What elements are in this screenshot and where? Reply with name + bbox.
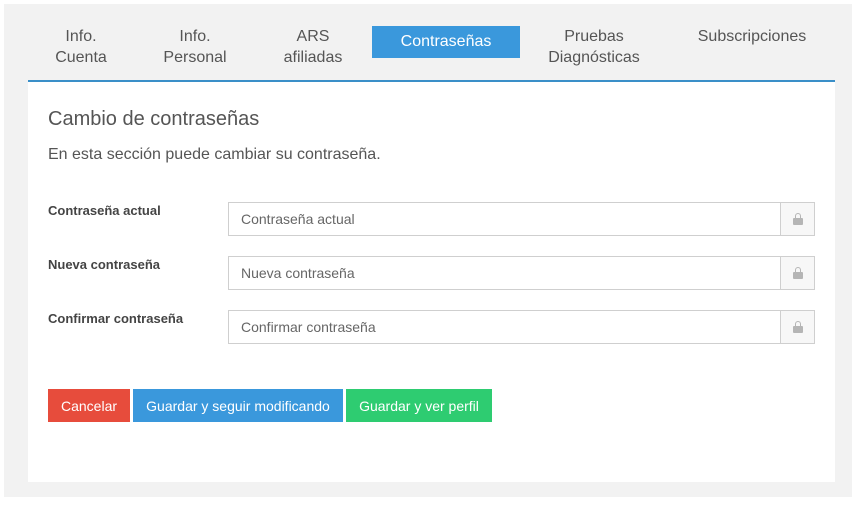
tab-label-line1: Info. xyxy=(65,28,97,45)
tab-label-line2: afiliadas xyxy=(283,49,343,66)
save-and-view-profile-button[interactable]: Guardar y ver perfil xyxy=(346,389,492,422)
page-background: Info. Cuenta Info. Personal ARS afiliada… xyxy=(4,4,852,497)
tab-info-cuenta[interactable]: Info. Cuenta xyxy=(40,26,122,80)
tab-label-line2: Personal xyxy=(163,49,227,66)
new-password-input[interactable] xyxy=(229,257,781,289)
tab-contrasenas[interactable]: Contraseñas xyxy=(372,26,520,58)
tab-label-line1: Info. xyxy=(179,28,211,45)
tab-label-line2: Diagnósticas xyxy=(548,49,640,66)
tab-label-line1: Subscripciones xyxy=(697,28,807,45)
lock-icon xyxy=(792,267,803,279)
password-panel: Cambio de contraseñas En esta sección pu… xyxy=(28,82,835,482)
tab-ars-afiliadas[interactable]: ARS afiliadas xyxy=(272,26,354,80)
profile-tabs: Info. Cuenta Info. Personal ARS afiliada… xyxy=(28,26,835,82)
new-password-label: Nueva contraseña xyxy=(48,257,160,272)
tab-subscripciones[interactable]: Subscripciones xyxy=(688,26,816,80)
confirm-password-group xyxy=(228,310,815,344)
current-password-group xyxy=(228,202,815,236)
tab-label-line1: ARS xyxy=(296,28,330,45)
tab-label-line1: Contraseñas xyxy=(400,33,492,50)
confirm-password-input[interactable] xyxy=(229,311,781,343)
confirm-password-label: Confirmar contraseña xyxy=(48,311,184,326)
current-password-input[interactable] xyxy=(229,203,781,235)
new-password-group xyxy=(228,256,815,290)
tab-pruebas-diagnosticas[interactable]: Pruebas Diagnósticas xyxy=(538,26,650,80)
tab-info-personal[interactable]: Info. Personal xyxy=(154,26,236,80)
new-password-addon xyxy=(780,257,814,289)
tab-label-line2: Cuenta xyxy=(55,49,107,66)
current-password-addon xyxy=(780,203,814,235)
current-password-label: Contraseña actual xyxy=(48,203,161,218)
page-subtitle: En esta sección puede cambiar su contras… xyxy=(48,146,381,163)
page-title: Cambio de contraseñas xyxy=(48,108,260,130)
cancel-button[interactable]: Cancelar xyxy=(48,389,130,422)
save-and-continue-button[interactable]: Guardar y seguir modificando xyxy=(133,389,343,422)
tab-label-line1: Pruebas xyxy=(564,28,624,45)
lock-icon xyxy=(792,321,803,333)
confirm-password-addon xyxy=(780,311,814,343)
lock-icon xyxy=(792,213,803,225)
